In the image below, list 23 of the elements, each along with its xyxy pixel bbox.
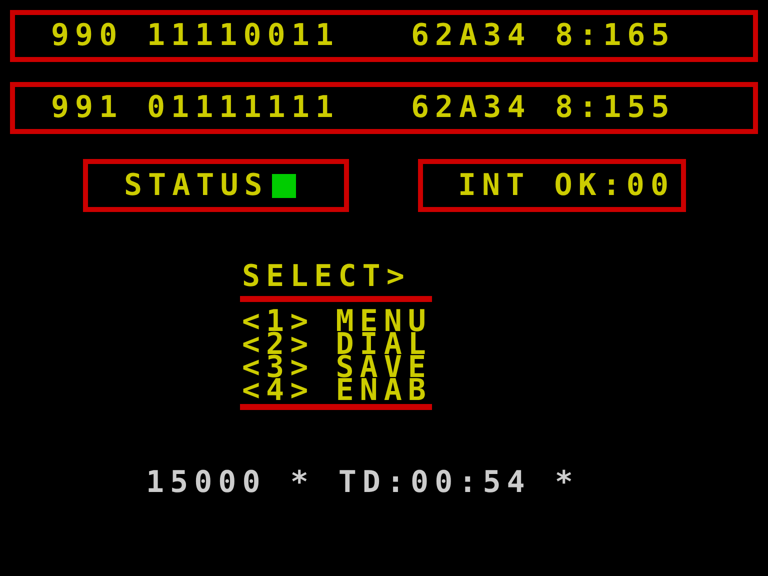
record-code: 62A34	[411, 93, 532, 123]
menu-key[interactable]: <1>	[242, 310, 336, 333]
record-code: 62A34	[411, 21, 532, 51]
status-label: STATUS	[124, 170, 268, 200]
record-bits: 01111111	[147, 93, 340, 123]
record-bits: 11110011	[147, 21, 340, 51]
menu-key[interactable]: <3>	[242, 356, 336, 379]
record-time: 8:165	[555, 21, 676, 51]
record-id: 990	[51, 21, 124, 51]
menu-option[interactable]: DIAL	[336, 333, 432, 356]
counter: 15000	[146, 468, 266, 498]
record-id: 991	[51, 93, 124, 123]
menu-key[interactable]: <4>	[242, 379, 336, 402]
asterisk: *	[554, 468, 579, 498]
menu-option[interactable]: SAVE	[336, 356, 432, 379]
interrupt-status: INT OK:00	[458, 170, 675, 200]
menu-option[interactable]: MENU	[336, 310, 432, 333]
menu-prompt: SELECT>	[241, 262, 412, 296]
record-time: 8:155	[555, 93, 676, 123]
timer: TD:00:54	[338, 468, 531, 498]
asterisk: *	[290, 468, 314, 498]
menu-key[interactable]: <2>	[242, 333, 336, 356]
menu-option[interactable]: ENAB	[336, 379, 432, 402]
